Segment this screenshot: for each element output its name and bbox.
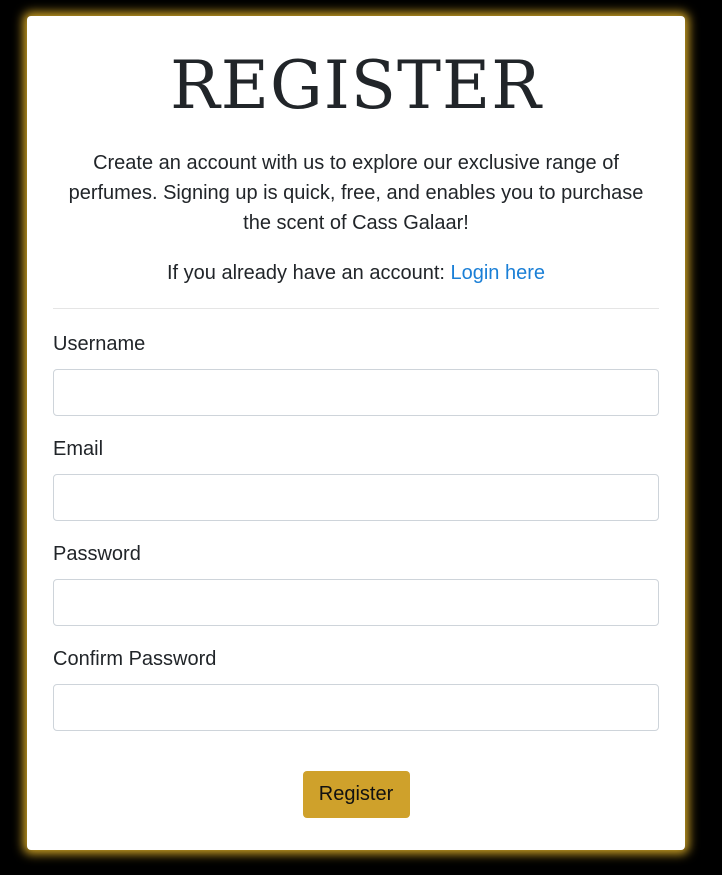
intro-text: Create an account with us to explore our… bbox=[68, 152, 644, 234]
username-label: Username bbox=[53, 333, 146, 355]
login-prompt-text: If you already have an account: bbox=[166, 262, 451, 284]
username-input[interactable] bbox=[53, 369, 659, 416]
form-actions: Register bbox=[53, 771, 659, 818]
confirm-password-label: Confirm Password bbox=[53, 648, 217, 670]
password-label: Password bbox=[53, 543, 141, 565]
confirm-password-field-group: Confirm Password bbox=[53, 646, 659, 731]
password-input[interactable] bbox=[53, 579, 659, 626]
email-input[interactable] bbox=[53, 474, 659, 521]
email-label: Email bbox=[53, 438, 104, 460]
login-link[interactable]: Login here bbox=[450, 262, 545, 284]
login-prompt: If you already have an account: Login he… bbox=[53, 258, 659, 288]
register-card: REGISTER Create an account with us to ex… bbox=[27, 16, 685, 850]
register-form: Username Email Password Confirm Password… bbox=[53, 331, 659, 818]
username-field-group: Username bbox=[53, 331, 659, 416]
divider bbox=[53, 308, 659, 309]
password-field-group: Password bbox=[53, 541, 659, 626]
page-title: REGISTER bbox=[170, 47, 542, 124]
register-button[interactable]: Register bbox=[302, 771, 410, 818]
confirm-password-input[interactable] bbox=[53, 684, 659, 731]
email-field-group: Email bbox=[53, 436, 659, 521]
